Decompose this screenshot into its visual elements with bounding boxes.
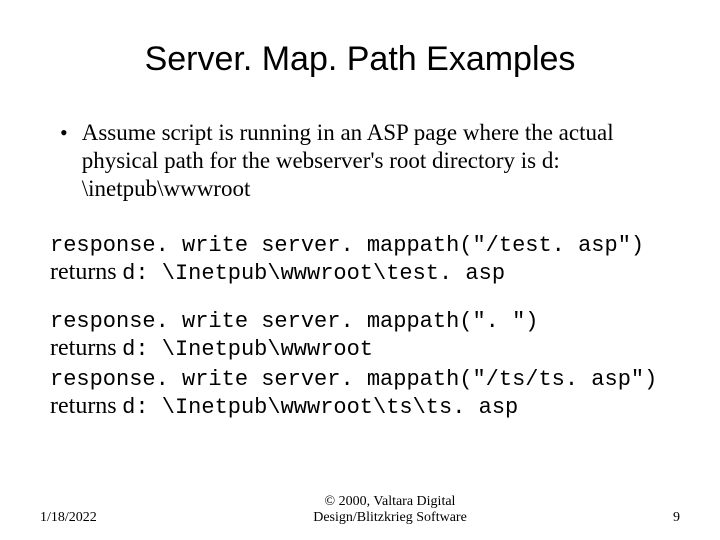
code-line: response. write server. mappath(". ") xyxy=(50,309,680,335)
return-line: returns d: \Inetpub\wwwroot xyxy=(50,335,680,363)
example-1: response. write server. mappath("/test. … xyxy=(50,233,680,287)
footer-date: 1/18/2022 xyxy=(40,510,160,526)
return-line: returns d: \Inetpub\wwwroot\test. asp xyxy=(50,259,680,287)
footer-copyright: © 2000, Valtara Digital Design/Blitzkrie… xyxy=(160,494,620,526)
returns-label: returns xyxy=(50,259,117,285)
code-line: response. write server. mappath("/test. … xyxy=(50,233,680,259)
spacer xyxy=(40,291,680,305)
code-line: response. write server. mappath("/ts/ts.… xyxy=(50,367,680,393)
returns-path: d: \Inetpub\wwwroot\ts\ts. asp xyxy=(122,395,518,420)
footer: 1/18/2022 © 2000, Valtara Digital Design… xyxy=(40,494,680,526)
slide: Server. Map. Path Examples • Assume scri… xyxy=(0,0,720,540)
returns-path: d: \Inetpub\wwwroot xyxy=(122,337,373,362)
bullet-dot: • xyxy=(60,119,68,203)
bullet-item: • Assume script is running in an ASP pag… xyxy=(60,119,680,203)
footer-pagenum: 9 xyxy=(620,510,680,526)
copyright-line-1: © 2000, Valtara Digital xyxy=(325,494,456,509)
returns-label: returns xyxy=(50,393,117,419)
slide-title: Server. Map. Path Examples xyxy=(40,40,680,79)
example-2: response. write server. mappath(". ") re… xyxy=(50,309,680,363)
bullet-text: Assume script is running in an ASP page … xyxy=(82,119,680,203)
returns-path: d: \Inetpub\wwwroot\test. asp xyxy=(122,261,505,286)
copyright-line-2: Design/Blitzkrieg Software xyxy=(313,510,467,525)
return-line: returns d: \Inetpub\wwwroot\ts\ts. asp xyxy=(50,393,680,421)
example-3: response. write server. mappath("/ts/ts.… xyxy=(50,367,680,421)
returns-label: returns xyxy=(50,335,117,361)
